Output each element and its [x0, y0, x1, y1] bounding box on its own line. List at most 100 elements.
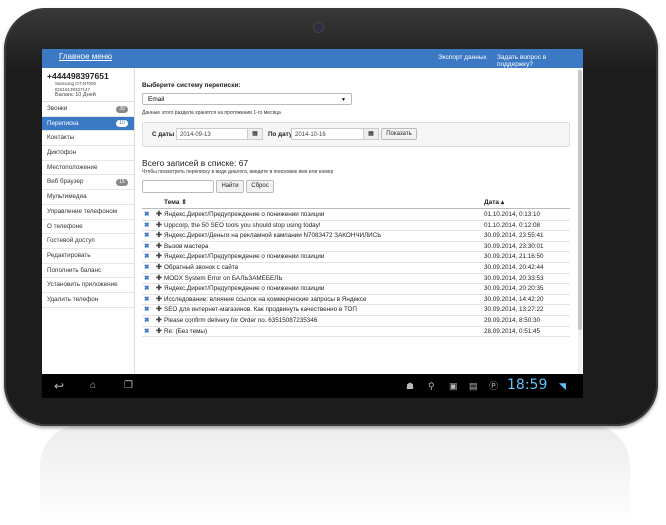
table-row[interactable]: ✖ ✚ Яндекс.Директ/Предупреждение о понижен… — [142, 210, 570, 221]
table-row[interactable]: ✖ ✚ Обратный звонок с сайта 30.09.2014, 20:… — [142, 263, 570, 274]
sidebar-item-top-up[interactable]: Пополнить баланс — [42, 264, 134, 279]
table-row[interactable]: ✖ ✚ SEO для интернет-магазинов. Как продви… — [142, 305, 570, 316]
row-date: 30.09.2014, 13:27:22 — [484, 306, 544, 314]
parking-icon: Ⓟ — [489, 381, 499, 391]
tablet-frame: Главное меню Экспорт данных Задать вопро… — [4, 8, 658, 426]
table-row[interactable]: ✖ ✚ MODX System Error on БАЛЬЗАМЕБЕЛЬ 30.09… — [142, 274, 570, 285]
delete-icon[interactable]: ✖ — [144, 295, 149, 306]
expand-icon[interactable]: ✚ — [156, 242, 162, 253]
sidebar-item-messages[interactable]: Переписка 10 — [42, 116, 134, 132]
table-row[interactable]: ✖ ✚ Яндекс.Директ/Предупреждение о понижен… — [142, 284, 570, 295]
screen: Главное меню Экспорт данных Задать вопро… — [42, 49, 583, 398]
row-subject[interactable]: Исследование: влияние ссылок на коммерче… — [164, 295, 366, 306]
sidebar-item-about-phone[interactable]: О телефоне — [42, 220, 134, 235]
sidebar-item-phone-control[interactable]: Управление телефоном — [42, 205, 134, 220]
from-calendar-button[interactable]: ▦ — [247, 128, 263, 140]
sidebar-item-guest-access[interactable]: Гостевой доступ — [42, 234, 134, 249]
table-row[interactable]: ✖ ✚ Исследование: влияние ссылок на коммер… — [142, 295, 570, 306]
delete-icon[interactable]: ✖ — [144, 284, 149, 295]
sidebar-item-multimedia[interactable]: Мультимедиа — [42, 190, 134, 205]
row-subject[interactable]: Re: (Без темы) — [164, 327, 207, 338]
export-link[interactable]: Экспорт данных — [438, 54, 487, 61]
date-column-header[interactable]: Дата ▴ — [484, 198, 504, 206]
delete-icon[interactable]: ✖ — [144, 252, 149, 263]
sidebar-item-install-app[interactable]: Установить приложение — [42, 278, 134, 293]
row-subject[interactable]: Яндекс.Директ/Деньги на рекламной кампан… — [164, 231, 381, 242]
sidebar-item-edit[interactable]: Редактировать — [42, 249, 134, 264]
expand-icon[interactable]: ✚ — [156, 305, 162, 316]
sidebar-item-location[interactable]: Местоположение — [42, 161, 134, 176]
expand-icon[interactable]: ✚ — [156, 295, 162, 306]
table-row[interactable]: ✖ ✚ Вызов мастера 30.09.2014, 23:30:01 — [142, 242, 570, 253]
sidebar: +444498397651 Samsung GT-N7000 IDS161393… — [42, 68, 135, 374]
table-row[interactable]: ✖ ✚ Яндекс.Директ/Предупреждение о понижен… — [142, 252, 570, 263]
tablet-reflection — [40, 425, 630, 525]
table-row[interactable]: ✖ ✚ Яндекс.Директ/Деньги на рекламной камп… — [142, 231, 570, 242]
support-link[interactable]: Задать вопрос в поддержку? — [497, 54, 583, 68]
sidebar-item-calls[interactable]: Звонки 39 — [42, 102, 134, 117]
delete-icon[interactable]: ✖ — [144, 305, 149, 316]
row-subject[interactable]: SEO для интернет-магазинов. Как продвину… — [164, 305, 357, 316]
to-date-input[interactable]: 2014-10-16 — [291, 128, 364, 140]
row-subject[interactable]: Яндекс.Директ/Предупреждение о понижении… — [164, 210, 324, 221]
system-select-label: Выберите систему переписки: — [142, 82, 241, 89]
row-subject[interactable]: MODX System Error on БАЛЬЗАМЕБЕЛЬ — [164, 274, 282, 285]
main-menu-link[interactable]: Главное меню — [59, 52, 112, 61]
delete-icon[interactable]: ✖ — [144, 274, 149, 285]
expand-icon[interactable]: ✚ — [156, 252, 162, 263]
row-date: 30.09.2014, 23:30:01 — [484, 242, 544, 250]
reset-button[interactable]: Сброс — [246, 180, 274, 193]
from-date-input[interactable]: 2014-09-13 — [176, 128, 248, 140]
subject-column-header[interactable]: Тема ⇕ — [164, 198, 187, 206]
phone-info: +444498397651 Samsung GT-N7000 IDS161393… — [42, 68, 134, 102]
row-subject[interactable]: Please confirm delivery for Order no. 63… — [164, 316, 317, 327]
retention-note: Данные этого раздела хранятся на протяже… — [142, 110, 281, 116]
show-button[interactable]: Показать — [381, 128, 417, 140]
row-date: 30.09.2014, 14:42:20 — [484, 295, 544, 303]
system-select[interactable]: Email ▼ — [142, 93, 352, 105]
top-navbar: Главное меню Экспорт данных Задать вопро… — [42, 49, 583, 68]
expand-icon[interactable]: ✚ — [156, 316, 162, 327]
search-hint: Чтобы посмотреть переписку в виде диалог… — [142, 169, 334, 175]
row-subject[interactable]: Яндекс.Директ/Предупреждение о понижении… — [164, 284, 324, 295]
phone-number: +444498397651 — [47, 71, 109, 81]
back-icon[interactable]: ↩ — [54, 374, 64, 398]
search-input[interactable] — [142, 180, 214, 193]
delete-icon[interactable]: ✖ — [144, 231, 149, 242]
delete-icon[interactable]: ✖ — [144, 221, 149, 232]
sidebar-item-browser[interactable]: Веб браузер 15 — [42, 175, 134, 191]
sidebar-item-recorder[interactable]: Диктофон — [42, 146, 134, 161]
delete-icon[interactable]: ✖ — [144, 263, 149, 274]
expand-icon[interactable]: ✚ — [156, 210, 162, 221]
row-date: 30.09.2014, 20:20:35 — [484, 285, 544, 293]
sidebar-item-delete-phone[interactable]: Удалить телефон — [42, 293, 134, 308]
row-subject[interactable]: Обратный звонок с сайта — [164, 263, 238, 274]
expand-icon[interactable]: ✚ — [156, 231, 162, 242]
row-subject[interactable]: Вызов мастера — [164, 242, 208, 253]
delete-icon[interactable]: ✖ — [144, 316, 149, 327]
download-icon: ▤ — [469, 381, 478, 391]
expand-icon[interactable]: ✚ — [156, 221, 162, 232]
row-subject[interactable]: Uppcorp, the 50 SEO tools you should sto… — [164, 221, 320, 232]
expand-icon[interactable]: ✚ — [156, 274, 162, 285]
search-button[interactable]: Найти — [216, 180, 244, 193]
delete-icon[interactable]: ✖ — [144, 210, 149, 221]
sidebar-item-contacts[interactable]: Контакты — [42, 131, 134, 147]
home-icon[interactable]: ⌂ — [90, 374, 96, 398]
page-scrollbar[interactable] — [578, 68, 582, 374]
table-row[interactable]: ✖ ✚ Uppcorp, the 50 SEO tools you should s… — [142, 221, 570, 232]
expand-icon[interactable]: ✚ — [156, 284, 162, 295]
table-row[interactable]: ✖ ✚ Please confirm delivery for Order no. … — [142, 316, 570, 327]
recent-apps-icon[interactable]: ❐ — [124, 374, 133, 398]
row-subject[interactable]: Яндекс.Директ/Предупреждение о понижении… — [164, 252, 324, 263]
browser-count-badge: 15 — [116, 178, 128, 186]
expand-icon[interactable]: ✚ — [156, 263, 162, 274]
delete-icon[interactable]: ✖ — [144, 242, 149, 253]
delete-icon[interactable]: ✖ — [144, 327, 149, 338]
row-date: 01.10.2014, 0:13:10 — [484, 211, 541, 218]
to-calendar-button[interactable]: ▦ — [363, 128, 379, 140]
usb-icon: ⚲ — [428, 381, 435, 391]
from-date-label: С даты — [152, 131, 175, 138]
table-row[interactable]: ✖ ✚ Re: (Без темы) 28.09.2014, 0:51:45 — [142, 327, 570, 338]
expand-icon[interactable]: ✚ — [156, 327, 162, 338]
